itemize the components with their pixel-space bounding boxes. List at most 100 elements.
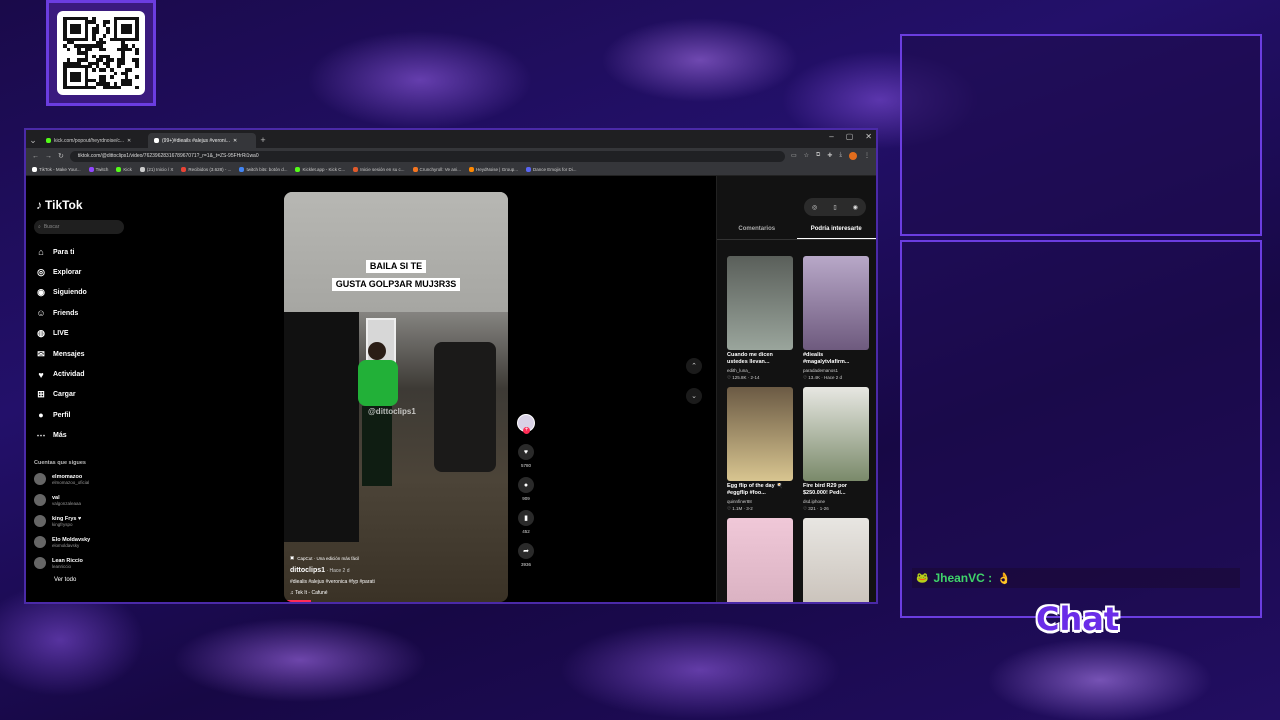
like-heart-icon[interactable]: ♥: [518, 444, 534, 460]
video-thumbnail[interactable]: [727, 256, 793, 350]
video-author: dsd.iphone: [803, 499, 826, 504]
tab-search-icon[interactable]: ⌄: [26, 133, 40, 148]
browser-window: ⌄ kick.com/popout/heyrdnoise/c... ✕ (99+…: [24, 128, 878, 604]
back-icon[interactable]: ←: [32, 153, 39, 160]
puzzle-icon[interactable]: ✚: [827, 152, 832, 160]
video-progress-bar[interactable]: [284, 600, 311, 602]
bookmark-favicon-icon: [32, 167, 37, 172]
bookmark-item[interactable]: Dance Emojis for Di...: [525, 167, 577, 172]
user-avatar-icon[interactable]: ◉: [853, 204, 858, 211]
following-account[interactable]: king Frys ♥ kingfryspo: [34, 511, 144, 532]
bookmark-item[interactable]: HeydNoise | Group...: [469, 167, 518, 172]
qr-code-pattern: [63, 17, 139, 89]
video-thumbnail[interactable]: [803, 387, 869, 481]
upload-icon: ⊞: [37, 389, 45, 400]
see-all-link[interactable]: Ver todo: [54, 577, 144, 583]
home-icon: ⌂: [38, 247, 44, 258]
bookmark-item[interactable]: TikTok - Make Your...: [32, 167, 81, 172]
bookmark-item[interactable]: Kicklet.app - Kick C...: [295, 167, 345, 172]
video-thumbnail[interactable]: [803, 256, 869, 350]
close-window-icon[interactable]: ✕: [865, 132, 872, 141]
tab-close-icon[interactable]: ✕: [233, 138, 237, 144]
following-account[interactable]: elmomazoo elmomazoo_oficial: [34, 469, 144, 490]
bookmark-item[interactable]: Twitch: [88, 167, 108, 172]
video-username: dittoclips1: [290, 567, 326, 574]
capcut-badge[interactable]: ▣ CapCut · Una edición más fácil: [290, 555, 502, 561]
following-account[interactable]: val valgonzaleaaa: [34, 490, 144, 511]
bookmark-item[interactable]: (21) Inicio / X: [139, 167, 173, 172]
tab-kick-popout[interactable]: kick.com/popout/heyrdnoise/c... ✕: [40, 133, 148, 148]
sidebar-item-activity[interactable]: ♥ Actividad: [36, 364, 144, 384]
bookmark-item[interactable]: Inicie sesión en su c...: [353, 167, 405, 172]
bookmark-item[interactable]: Crunchyroll: Ve ani...: [412, 167, 461, 172]
tab-tiktok-video[interactable]: (99+)#dieails #alejus #veroni... ✕: [148, 133, 256, 148]
recommended-video[interactable]: #diealis #magalytvlafirm... paradademanos…: [803, 256, 869, 381]
bookmark-item[interactable]: Recibidos (3.628) - ...: [181, 167, 231, 172]
download-icon[interactable]: ⤓: [839, 152, 842, 160]
phone-icon[interactable]: ▯: [833, 204, 836, 211]
author-avatar-follow-button[interactable]: [517, 414, 535, 434]
following-account[interactable]: Elo Moldavsky elomoldavsky: [34, 532, 144, 553]
video-author[interactable]: dittoclips1 · Hace 2 d: [290, 567, 502, 574]
sidebar-item-messages[interactable]: ✉ Mensajes: [36, 344, 144, 364]
bookmark-star-icon[interactable]: ☆: [804, 152, 809, 160]
forward-icon[interactable]: →: [45, 153, 52, 160]
recommended-video[interactable]: Fire bird R29 por $250.000! Pedí... dsd.i…: [803, 387, 869, 512]
tab-close-icon[interactable]: ✕: [127, 138, 131, 144]
comment-icon[interactable]: ●: [518, 477, 534, 493]
recommended-video[interactable]: Egg flip of the day 🍳 #eggflip #foo... qu…: [727, 387, 793, 512]
recommended-video[interactable]: [803, 518, 869, 602]
menu-kebab-icon[interactable]: ⋮: [864, 152, 870, 160]
url-input[interactable]: tiktok.com/@dittoclips1/video/7623962831…: [69, 150, 785, 162]
video-thumbnail[interactable]: [803, 518, 869, 602]
bookmark-item[interactable]: Kick: [116, 167, 132, 172]
profile-avatar-icon[interactable]: [849, 152, 857, 160]
account-handle: leanriccio: [52, 563, 72, 569]
bookmark-favicon-icon: [181, 167, 187, 172]
new-tab-button[interactable]: +: [256, 133, 270, 148]
activity-icon: ♥: [38, 369, 44, 380]
comment-count: 909: [522, 496, 530, 501]
chevron-down-icon[interactable]: ⌄: [686, 388, 702, 404]
tab-might-interest[interactable]: Podría interesarte: [796, 226, 876, 239]
bookmark-item[interactable]: twitch bits: botón d...: [239, 167, 287, 172]
video-sound[interactable]: ♫ Tek It - Cafuné: [290, 590, 502, 596]
bookmark-label: Kicklet.app - Kick C...: [302, 167, 346, 172]
video-player[interactable]: BAILA SI TE GUSTA GOLP3AR MUJ3R3S @ditto…: [284, 192, 508, 602]
sidebar-item-following[interactable]: ◉ Siguiendo: [36, 283, 144, 303]
sidebar-item-friends[interactable]: ☺ Friends: [36, 303, 144, 323]
reload-icon[interactable]: ↻: [58, 152, 64, 160]
bookmark-favicon-icon: [88, 167, 94, 172]
share-arrow-icon[interactable]: ➦: [518, 543, 534, 559]
maximize-icon[interactable]: ▢: [846, 132, 854, 141]
tab-label: (99+)#dieails #alejus #veroni...: [162, 137, 230, 144]
following-account[interactable]: Lean Riccio leanriccio: [34, 553, 144, 574]
address-bar-row: ← → ↻ tiktok.com/@dittoclips1/video/7623…: [26, 148, 876, 164]
bookmark-label: Inicie sesión en su c...: [360, 167, 405, 172]
sidebar-item-more[interactable]: ⋯ Más: [36, 426, 144, 446]
extensions-icon[interactable]: ⧉: [816, 152, 820, 160]
search-input[interactable]: ⌕ Buscar: [34, 220, 124, 234]
sidebar-item-compass[interactable]: ◎ Explorar: [36, 262, 144, 282]
sidebar-item-home[interactable]: ⌂ Para ti: [36, 242, 144, 262]
video-thumbnail[interactable]: [727, 518, 793, 602]
sidebar-item-profile[interactable]: ● Perfil: [36, 405, 144, 425]
toolbar-icons: ▭ ☆ ⧉ ✚ ⤓ ⋮: [791, 152, 870, 160]
video-thumbnail[interactable]: [727, 387, 793, 481]
tab-bar: ⌄ kick.com/popout/heyrdnoise/c... ✕ (99+…: [26, 130, 876, 148]
account-handle: elmomazoo_oficial: [52, 479, 90, 485]
tiktok-logo[interactable]: ♪ TikTok: [36, 198, 144, 212]
recommended-video[interactable]: Cuando me dicen ustedes llevan... edith_l…: [727, 256, 793, 381]
video-title: Egg flip of the day 🍳 #eggflip #foo...: [727, 483, 784, 496]
sidebar-item-upload[interactable]: ⊞ Cargar: [36, 385, 144, 405]
cast-icon[interactable]: ▭: [791, 152, 797, 160]
video-hashtags[interactable]: #diealis #alejus #veronica #fyp #parati: [290, 579, 502, 585]
chevron-up-icon[interactable]: ⌃: [686, 358, 702, 374]
recommended-video[interactable]: [727, 518, 793, 602]
more-icon: ⋯: [36, 430, 46, 441]
bookmark-icon[interactable]: ▮: [518, 510, 534, 526]
sidebar-item-live[interactable]: ◍ LIVE: [36, 324, 144, 344]
compass-small-icon[interactable]: ◎: [812, 204, 817, 211]
minimize-icon[interactable]: –: [829, 132, 833, 141]
tab-comments[interactable]: Comentarios: [717, 226, 797, 239]
